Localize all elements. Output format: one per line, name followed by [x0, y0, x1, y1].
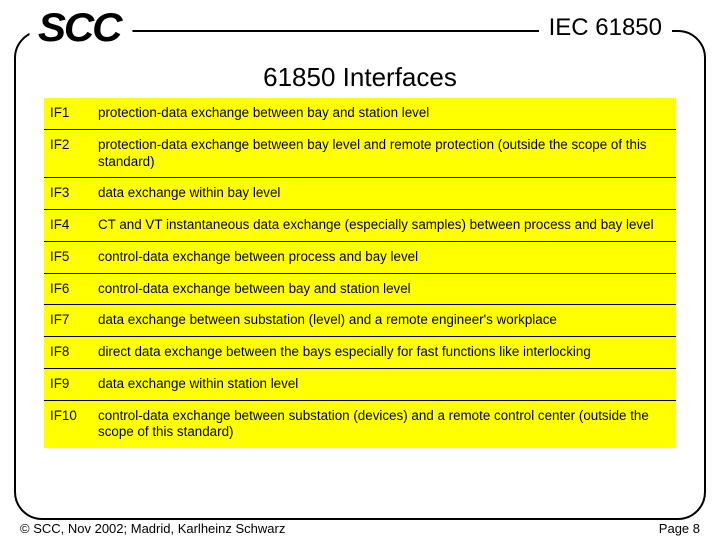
- table-row: IF3 data exchange within bay level: [44, 178, 676, 210]
- interface-desc: data exchange between substation (level)…: [92, 305, 676, 337]
- table-row: IF1 protection-data exchange between bay…: [44, 98, 676, 129]
- page-title: 61850 Interfaces: [0, 62, 720, 93]
- interface-id: IF6: [44, 273, 92, 305]
- interface-id: IF10: [44, 400, 92, 448]
- footer-left: © SCC, Nov 2002; Madrid, Karlheinz Schwa…: [20, 521, 285, 536]
- interface-id: IF2: [44, 129, 92, 178]
- interface-desc: data exchange within bay level: [92, 178, 676, 210]
- interface-desc: control-data exchange between bay and st…: [92, 273, 676, 305]
- interface-desc: data exchange within station level: [92, 368, 676, 400]
- table-row: IF8 direct data exchange between the bay…: [44, 337, 676, 369]
- slide: SCC IEC 61850 61850 Interfaces IF1 prote…: [0, 0, 720, 540]
- interface-id: IF7: [44, 305, 92, 337]
- interface-id: IF5: [44, 241, 92, 273]
- table-row: IF10 control-data exchange between subst…: [44, 400, 676, 448]
- table-row: IF4 CT and VT instantaneous data exchang…: [44, 210, 676, 242]
- header: SCC IEC 61850: [32, 8, 672, 48]
- table-row: IF6 control-data exchange between bay an…: [44, 273, 676, 305]
- footer: © SCC, Nov 2002; Madrid, Karlheinz Schwa…: [14, 521, 706, 536]
- interface-id: IF9: [44, 368, 92, 400]
- table-row: IF7 data exchange between substation (le…: [44, 305, 676, 337]
- interface-desc: control-data exchange between substation…: [92, 400, 676, 448]
- table-row: IF2 protection-data exchange between bay…: [44, 129, 676, 178]
- table-row: IF5 control-data exchange between proces…: [44, 241, 676, 273]
- interface-desc: protection-data exchange between bay and…: [92, 98, 676, 129]
- interface-id: IF8: [44, 337, 92, 369]
- table-row: IF9 data exchange within station level: [44, 368, 676, 400]
- interface-desc: CT and VT instantaneous data exchange (e…: [92, 210, 676, 242]
- interfaces-table: IF1 protection-data exchange between bay…: [44, 98, 676, 448]
- logo: SCC: [30, 8, 133, 48]
- interface-id: IF4: [44, 210, 92, 242]
- interface-id: IF3: [44, 178, 92, 210]
- interface-desc: control-data exchange between process an…: [92, 241, 676, 273]
- interface-id: IF1: [44, 98, 92, 129]
- header-right: IEC 61850: [539, 14, 672, 42]
- interface-desc: protection-data exchange between bay lev…: [92, 129, 676, 178]
- interface-desc: direct data exchange between the bays es…: [92, 337, 676, 369]
- footer-right: Page 8: [659, 521, 700, 536]
